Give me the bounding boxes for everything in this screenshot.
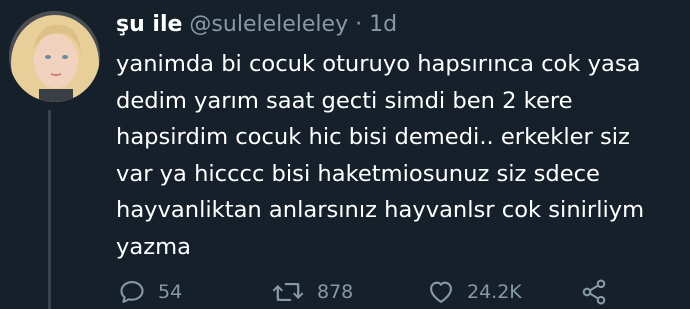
tweet-header: şu ile @suleleleleley · 1d: [116, 10, 397, 40]
display-name[interactable]: şu ile: [116, 12, 182, 37]
retweet-icon: [272, 283, 304, 301]
heart-icon: [430, 281, 452, 303]
separator-dot: ·: [355, 12, 363, 37]
tweet-text-line: hapsirdim cocuk hic bisi demedi.. erkekl…: [116, 124, 630, 150]
reply-button[interactable]: 54: [118, 275, 182, 309]
share-icon: [582, 279, 606, 305]
user-handle[interactable]: @suleleleleley: [189, 12, 348, 37]
avatar[interactable]: [9, 11, 100, 102]
tweet-text-line: yanimda bi cocuk oturuyo hapsırınca cok …: [116, 51, 641, 77]
tweet-text-line: hayvanliktan anlarsınız hayvanlsr cok si…: [116, 197, 645, 223]
like-button[interactable]: 24.2K: [427, 275, 522, 309]
timestamp[interactable]: 1d: [369, 12, 397, 37]
tweet-text-line: var ya hicccc bisi haketmiosunuz siz sde…: [116, 160, 600, 187]
reply-icon: [120, 281, 144, 303]
action-bar: 54 878 24.2K: [0, 275, 690, 309]
tweet-text: yanimda bi cocuk oturuyo hapsırınca cok …: [116, 46, 686, 265]
avatar-image: [9, 11, 100, 102]
share-button[interactable]: [580, 275, 608, 309]
retweet-count: 878: [317, 281, 354, 303]
retweet-button[interactable]: 878: [271, 275, 353, 309]
reply-count: 54: [158, 281, 183, 303]
tweet-text-line: yazma: [116, 233, 191, 260]
tweet-text-line: dedim yarım saat gecti simdi ben 2 kere: [116, 87, 573, 114]
like-count: 24.2K: [467, 281, 522, 303]
tweet-card[interactable]: şu ile @suleleleleley · 1d yanimda bi co…: [0, 0, 690, 309]
